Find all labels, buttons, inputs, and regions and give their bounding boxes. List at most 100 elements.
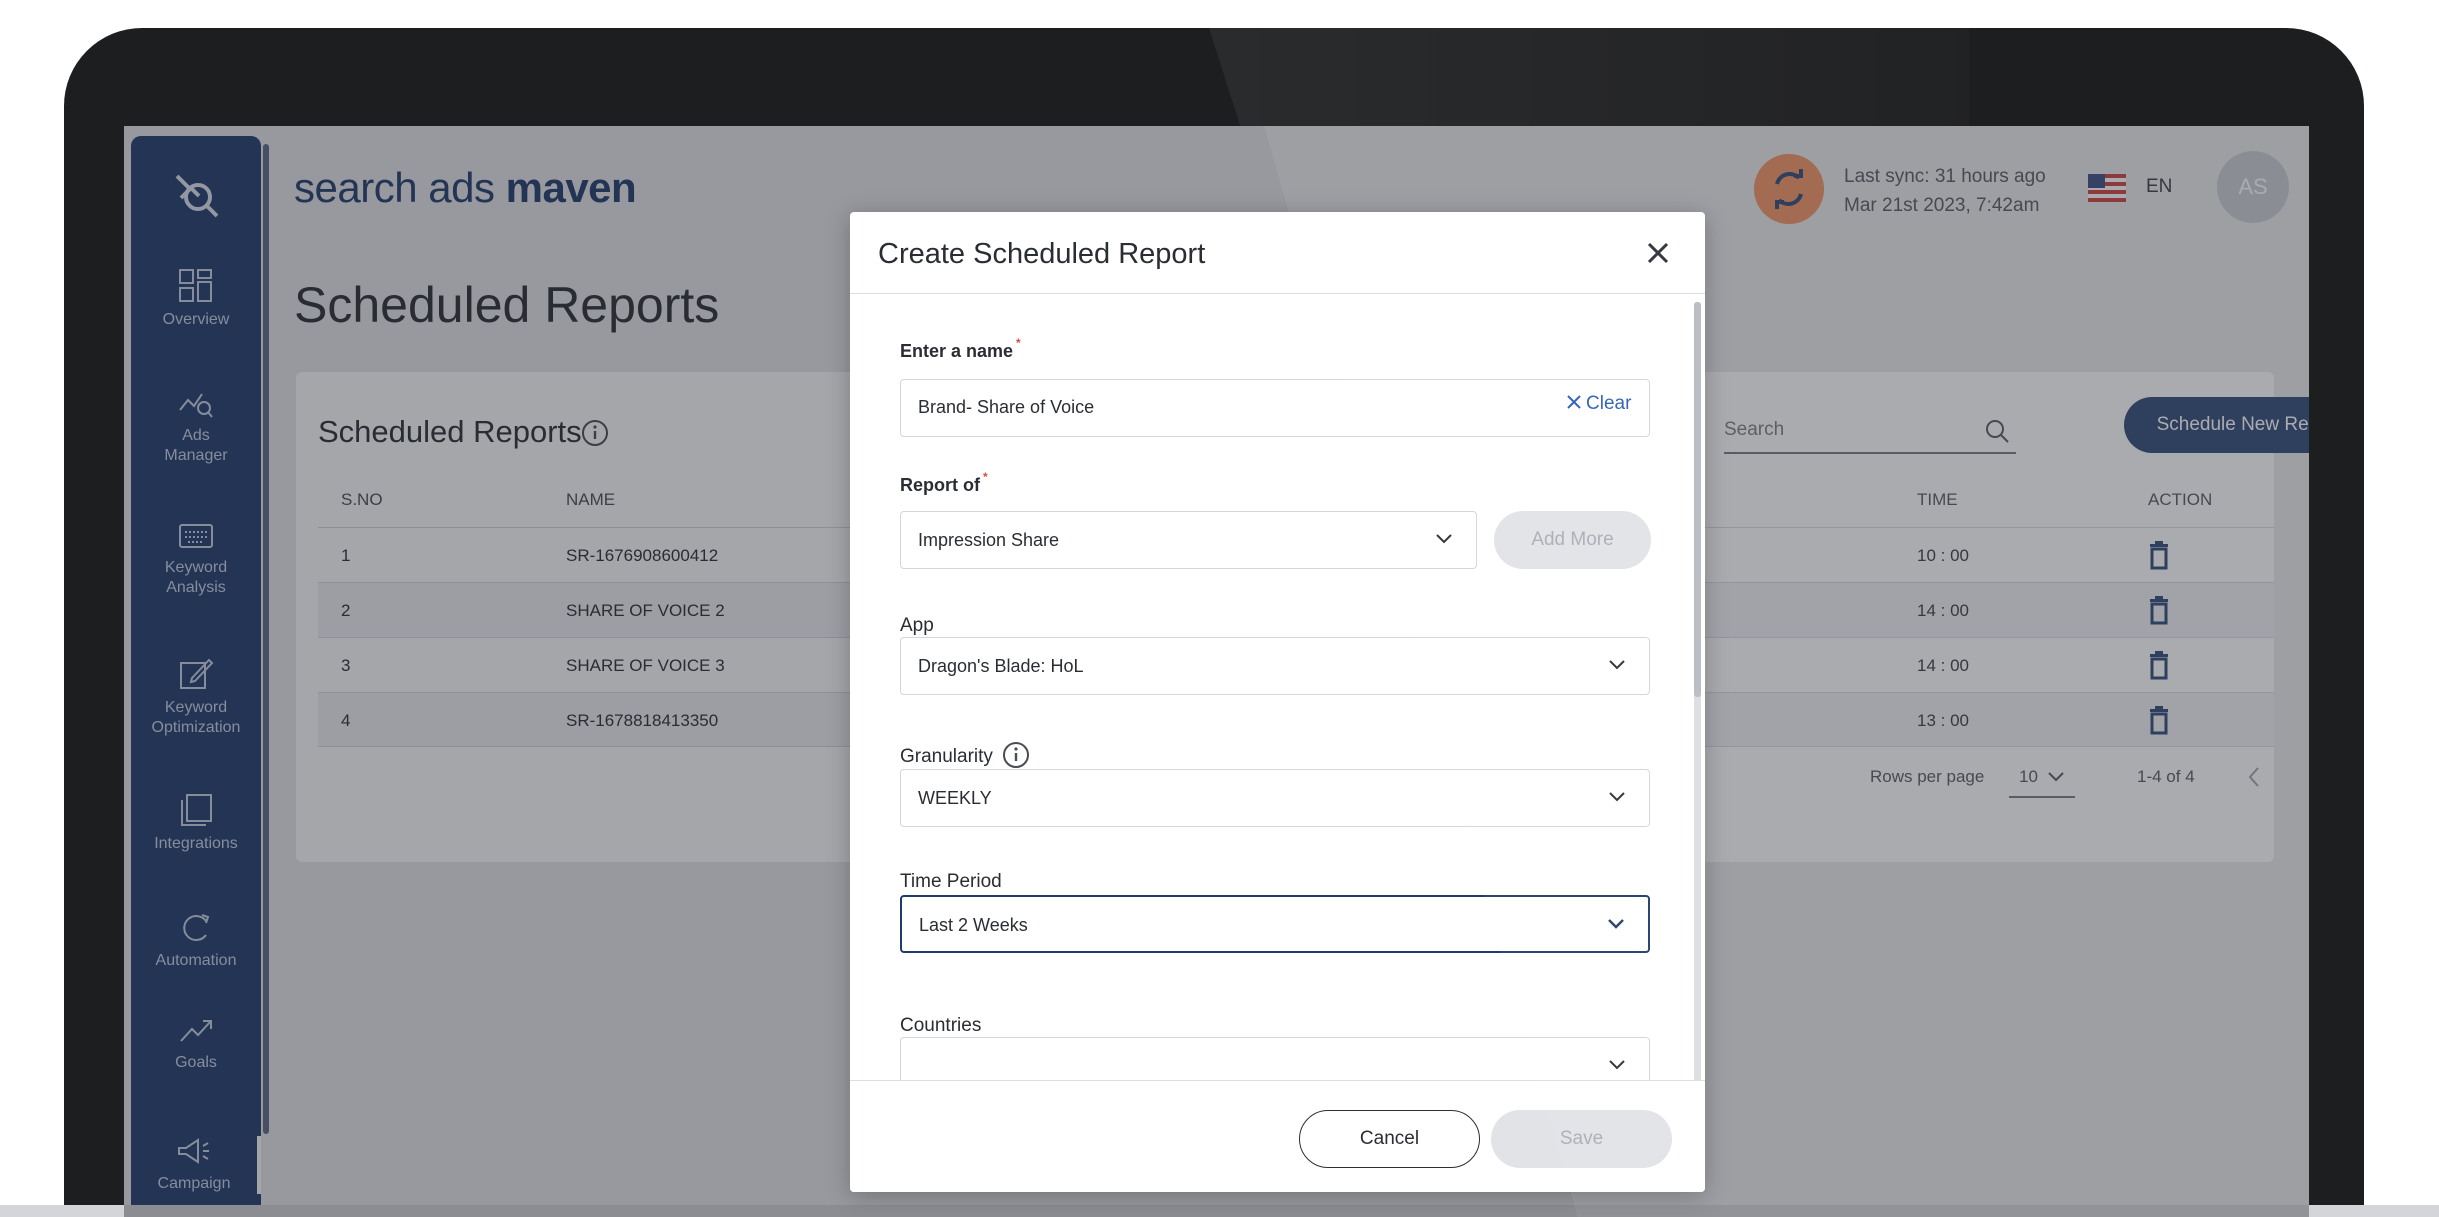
create-scheduled-report-modal: Create Scheduled Report Enter a name* Re…: [850, 212, 1705, 1192]
row-time: 13 : 00: [1917, 711, 1969, 730]
row-name: SHARE OF VOICE 3: [566, 656, 725, 675]
time-period-value: Last 2 Weeks: [919, 915, 1028, 935]
time-period-select[interactable]: Last 2 Weeks: [900, 895, 1650, 953]
report-of-label-text: Report of: [900, 475, 980, 495]
last-sync-info: Last sync: 31 hours ago Mar 21st 2023, 7…: [1844, 162, 2046, 220]
app-select[interactable]: Dragon's Blade: HoL: [900, 637, 1650, 695]
language-selector[interactable]: EN: [2146, 176, 2172, 198]
row-name: SR-1678818413350: [566, 711, 719, 730]
cancel-button[interactable]: Cancel: [1299, 1110, 1480, 1168]
page-title: Scheduled Reports: [294, 277, 720, 333]
row-time: 10 : 00: [1917, 546, 1969, 565]
granularity-label: Granularity: [900, 741, 1030, 769]
clear-label: Clear: [1586, 393, 1632, 414]
row-time: 14 : 00: [1917, 601, 1969, 620]
save-button[interactable]: Save: [1491, 1110, 1672, 1168]
chevron-down-icon: [2048, 772, 2064, 782]
sync-icon: [1775, 169, 1803, 209]
column-sno: S.NO: [341, 490, 383, 509]
maven-logo-icon[interactable]: [169, 168, 223, 222]
sidebar-item-keyword-analysis[interactable]: Keyword Analysis: [131, 522, 261, 598]
schedule-new-report-button[interactable]: Schedule New Report: [2124, 397, 2309, 453]
column-time: TIME: [1917, 490, 1958, 509]
chevron-down-icon: [1609, 1060, 1625, 1070]
sync-status: Last sync: 31 hours ago: [1844, 166, 2046, 187]
sidebar-item-campaign[interactable]: Campaign: [131, 1136, 261, 1194]
trash-icon[interactable]: [2148, 595, 2170, 625]
sidebar-item-ads-manager[interactable]: Ads Manager: [131, 386, 261, 466]
add-more-button[interactable]: Add More: [1494, 511, 1651, 569]
name-field: [900, 379, 1650, 437]
granularity-value: WEEKLY: [918, 788, 992, 808]
modal-scrollbar-thumb[interactable]: [1694, 302, 1701, 697]
chevron-down-icon: [1609, 792, 1625, 802]
search-input[interactable]: [1724, 410, 1964, 450]
chevron-down-icon: [1609, 660, 1625, 670]
rows-per-page-label: Rows per page: [1870, 767, 1985, 786]
rows-per-page-select[interactable]: 10: [2009, 762, 2075, 798]
search-icon[interactable]: [1984, 418, 2010, 444]
chevron-down-icon: [1436, 534, 1452, 544]
sidebar-item-overview[interactable]: Overview: [131, 268, 261, 330]
sidebar-item-label: Keyword Analysis: [164, 559, 228, 596]
rows-per-page-value: 10: [2019, 767, 2038, 786]
sidebar-item-keyword-optimization[interactable]: Keyword Optimization: [131, 656, 261, 738]
pagination-range: 1-4 of 4: [2137, 767, 2195, 786]
granularity-label-text: Granularity: [900, 746, 993, 767]
sidebar-item-label: Integrations: [154, 835, 238, 852]
modal-title: Create Scheduled Report: [878, 238, 1206, 270]
sidebar-item-label: Goals: [175, 1054, 217, 1071]
sidebar-item-goals[interactable]: Goals: [131, 1013, 261, 1073]
refresh-icon: [183, 914, 210, 941]
required-marker: *: [983, 470, 988, 484]
row-time: 14 : 00: [1917, 656, 1969, 675]
sidebar-item-label: Overview: [162, 311, 230, 328]
close-icon[interactable]: [1641, 236, 1675, 270]
row-sno: 3: [341, 656, 351, 675]
report-of-label: Report of *: [900, 470, 988, 496]
modal-footer: Cancel Save: [850, 1080, 1705, 1192]
report-of-select[interactable]: Impression Share: [900, 511, 1477, 569]
info-icon[interactable]: [581, 419, 609, 447]
card-title: Scheduled Reports: [318, 414, 582, 449]
trash-icon[interactable]: [2148, 705, 2170, 735]
app-value: Dragon's Blade: HoL: [918, 656, 1084, 676]
megaphone-icon: [178, 1138, 209, 1164]
row-name: SHARE OF VOICE 2: [566, 601, 725, 620]
info-icon[interactable]: [1002, 741, 1030, 769]
column-name: NAME: [566, 490, 616, 509]
sidebar-item-label: Ads Manager: [164, 427, 228, 464]
sidebar: Overview Ads Manager Keyword Analysis Ke…: [131, 136, 261, 1217]
edit-icon: [180, 658, 214, 689]
sidebar-item-integrations[interactable]: Integrations: [131, 792, 261, 854]
chevron-left-icon[interactable]: [2246, 765, 2262, 789]
app-screen: Overview Ads Manager Keyword Analysis Ke…: [124, 126, 2309, 1217]
sidebar-item-label: Automation: [155, 952, 237, 969]
sidebar-item-automation[interactable]: Automation: [131, 909, 261, 971]
sidebar-scrollbar[interactable]: [263, 144, 269, 1134]
laptop-frame: Overview Ads Manager Keyword Analysis Ke…: [64, 28, 2364, 1217]
brand-bold: maven: [505, 164, 637, 211]
trend-icon: [180, 1020, 212, 1042]
brand-logo: search ads maven: [294, 164, 637, 212]
row-sno: 4: [341, 711, 351, 730]
trash-icon[interactable]: [2148, 650, 2170, 680]
search-box: [1724, 410, 2016, 454]
name-input[interactable]: [901, 380, 1601, 434]
trash-icon[interactable]: [2148, 540, 2170, 570]
user-avatar[interactable]: AS: [2217, 151, 2289, 223]
modal-header: Create Scheduled Report: [850, 212, 1705, 294]
column-action: ACTION: [2148, 490, 2213, 509]
us-flag-icon[interactable]: [2088, 174, 2126, 202]
layers-icon: [181, 794, 212, 826]
clear-button[interactable]: Clear: [1566, 393, 1631, 415]
sync-button[interactable]: [1754, 154, 1824, 224]
sidebar-item-label: Keyword Optimization: [151, 699, 241, 736]
chevron-down-icon: [1608, 919, 1624, 929]
sidebar-item-label: Campaign: [157, 1175, 231, 1192]
granularity-select[interactable]: WEEKLY: [900, 769, 1650, 827]
report-of-value: Impression Share: [918, 530, 1060, 550]
close-icon: [1567, 395, 1581, 409]
row-name: SR-1676908600412: [566, 546, 719, 565]
modal-scrollbar[interactable]: [1694, 302, 1701, 1142]
